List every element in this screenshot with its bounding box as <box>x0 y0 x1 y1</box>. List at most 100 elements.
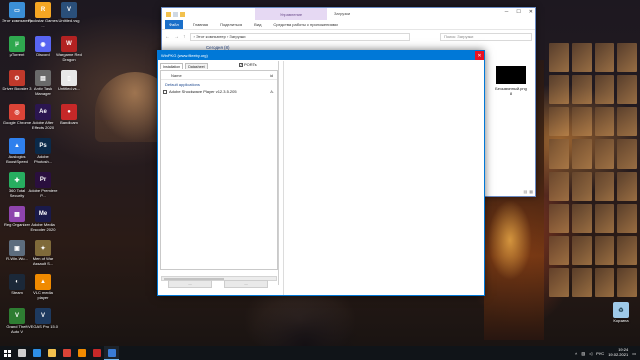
file-item[interactable]: Безымянный.png 8 <box>491 66 531 97</box>
taskbar: ˄ ▥ ◁ РУС 19:24 19.02.2021 ▭ <box>0 346 640 360</box>
tab-app-tools[interactable]: Средства работы с приложениями <box>271 21 339 28</box>
column-name[interactable]: Name <box>171 73 182 78</box>
package-tabs: Installation Datasheet ✓ PORTs <box>159 61 278 69</box>
manage-tab[interactable]: Управление <box>255 8 327 20</box>
desktop-icon[interactable]: Ps Adobe Photosh... <box>28 138 58 172</box>
file-explorer-icon[interactable] <box>44 346 59 360</box>
desktop-icon-label: Untitled.vs... <box>57 87 80 91</box>
vlc-taskbar-icon-glyph <box>77 349 86 357</box>
column-id[interactable]: id <box>270 73 273 78</box>
desktop-icon[interactable]: ✦ Men of War Assault S... <box>28 240 58 274</box>
start-button[interactable] <box>0 346 14 360</box>
after-effects-icon: Ae <box>35 104 51 120</box>
desktop-icon[interactable]: ▲ VLC media player <box>28 274 58 308</box>
desktop-icon-label: Men of War Assault S... <box>32 257 54 266</box>
task-view-icon-glyph <box>17 349 26 357</box>
desktop-icon[interactable]: ▯ Untitled.vs... <box>54 70 84 104</box>
tiles-view-icon[interactable]: ▦ <box>529 189 533 194</box>
ports-checkbox[interactable]: ✓ PORTs <box>239 62 257 67</box>
back-arrow-icon[interactable]: ← <box>165 34 170 40</box>
reg-organizer-icon: ▦ <box>9 206 25 222</box>
search-input[interactable]: Поиск: Загрузки <box>440 32 532 41</box>
desktop-icon[interactable]: Pr Adobe Premiere P... <box>28 172 58 206</box>
desktop-icon-label: Bandicam <box>60 121 78 125</box>
boostspeed-icon: ▲ <box>9 138 25 154</box>
volume-icon[interactable]: ◁ <box>589 351 592 356</box>
winpkg-taskbar-icon-glyph <box>107 348 116 357</box>
tab-datasheet[interactable]: Datasheet <box>185 63 208 69</box>
details-panel <box>283 61 484 295</box>
steam-icon: ◐ <box>9 274 25 290</box>
tab-view[interactable]: Вид <box>252 21 263 28</box>
address-path[interactable]: › Этот компьютер › Загрузки <box>189 32 410 41</box>
ribbon-tabs: Файл Главная Поделиться Вид Средства раб… <box>162 20 535 30</box>
explorer-titlebar: Управление Загрузки ─ ☐ ✕ <box>162 8 535 20</box>
chrome-taskbar-icon[interactable] <box>59 346 74 360</box>
winpkg-taskbar-icon[interactable] <box>104 346 119 360</box>
desktop-icon-label: Adobe Premiere P... <box>28 189 58 198</box>
chrome-taskbar-icon-glyph <box>62 349 71 357</box>
task-view-icon[interactable] <box>14 346 29 360</box>
clock[interactable]: 19:24 19.02.2021 <box>608 348 628 357</box>
bandicam-taskbar-icon-glyph <box>92 349 101 357</box>
tab-installation[interactable]: Installation <box>160 63 184 69</box>
winpkg-window[interactable]: WinPKG (www.fileeby.org) ✕ Installation … <box>157 50 485 296</box>
photoshop-icon: Ps <box>35 138 51 154</box>
bandicam-taskbar-icon[interactable] <box>89 346 104 360</box>
close-button[interactable]: ✕ <box>529 9 533 15</box>
premiere-icon: Pr <box>35 172 51 188</box>
close-button[interactable]: ✕ <box>475 51 484 60</box>
item-version: A. <box>270 89 274 94</box>
uninstall-button[interactable]: — <box>224 280 268 288</box>
tab-file[interactable]: Файл <box>165 20 183 29</box>
desktop-icon[interactable]: ● Bandicam <box>54 104 84 138</box>
vlc-icon: ▲ <box>35 274 51 290</box>
checkbox-mark: ✓ <box>239 62 243 67</box>
winpkg-title: WinPKG (www.fileeby.org) <box>161 53 208 58</box>
desktop-icon[interactable]: Me Adobe Media Encoder 2020 <box>28 206 58 240</box>
network-icon[interactable]: ▥ <box>581 351 585 356</box>
properties-icon[interactable] <box>173 11 178 17</box>
computer-icon: ▭ <box>9 2 25 18</box>
chrome-icon: ◎ <box>9 104 25 120</box>
desktop-icon[interactable]: V Untitled.vsg <box>54 2 84 36</box>
language-indicator[interactable]: РУС <box>596 351 604 356</box>
edge-icon[interactable] <box>29 346 44 360</box>
gta-icon: V <box>9 308 25 324</box>
rockstar-icon: R <box>35 2 51 18</box>
notifications-icon[interactable]: ▭ <box>632 351 636 356</box>
up-arrow-icon[interactable]: ↑ <box>183 34 186 40</box>
desktop-icon-label: VEGAS Pro 15.0 <box>28 325 58 329</box>
desktop-icon[interactable]: W Wargame Red Dragon <box>54 36 84 70</box>
tab-home[interactable]: Главная <box>191 21 210 28</box>
image-thumbnail <box>496 66 526 84</box>
wallpaper-photo-wall <box>546 40 640 300</box>
item-checkbox[interactable] <box>163 89 167 94</box>
media-encoder-icon: Me <box>35 206 51 222</box>
chevron-up-icon[interactable]: ˄ <box>575 351 577 356</box>
vlc-taskbar-icon[interactable] <box>74 346 89 360</box>
file-explorer-icon-glyph <box>47 349 56 357</box>
desktop-icon-label: Adobe Media Encoder 2020 <box>30 223 56 232</box>
desktop-icon[interactable]: V VEGAS Pro 15.0 <box>28 308 58 342</box>
wargame-icon: W <box>61 36 77 52</box>
list-item[interactable]: Adobe Shockwave Player v12.3.5.205 A. <box>161 87 277 94</box>
list-group-label: Default applications <box>165 82 200 87</box>
package-panel: Installation Datasheet ✓ PORTs Name id D… <box>159 61 279 285</box>
men-of-war-icon: ✦ <box>35 240 51 256</box>
details-view-icon[interactable]: ▤ <box>523 189 527 194</box>
new-folder-icon[interactable] <box>180 11 185 17</box>
recycle-bin[interactable]: ♻ Корзина <box>606 302 636 336</box>
folder-icon[interactable] <box>166 11 171 17</box>
forward-arrow-icon[interactable]: → <box>174 34 179 40</box>
package-list[interactable]: Name id Default applications Adobe Shock… <box>160 70 278 270</box>
tab-share[interactable]: Поделиться <box>218 21 244 28</box>
minimize-button[interactable]: ─ <box>505 9 509 15</box>
file-size: 8 <box>509 90 513 96</box>
install-button[interactable]: — <box>168 280 212 288</box>
clock-date: 19.02.2021 <box>608 352 629 357</box>
vegas-icon: V <box>35 308 51 324</box>
maximize-button[interactable]: ☐ <box>516 9 520 15</box>
desktop-icon-label: VLC media player <box>33 291 53 300</box>
discord-icon: ◉ <box>35 36 51 52</box>
